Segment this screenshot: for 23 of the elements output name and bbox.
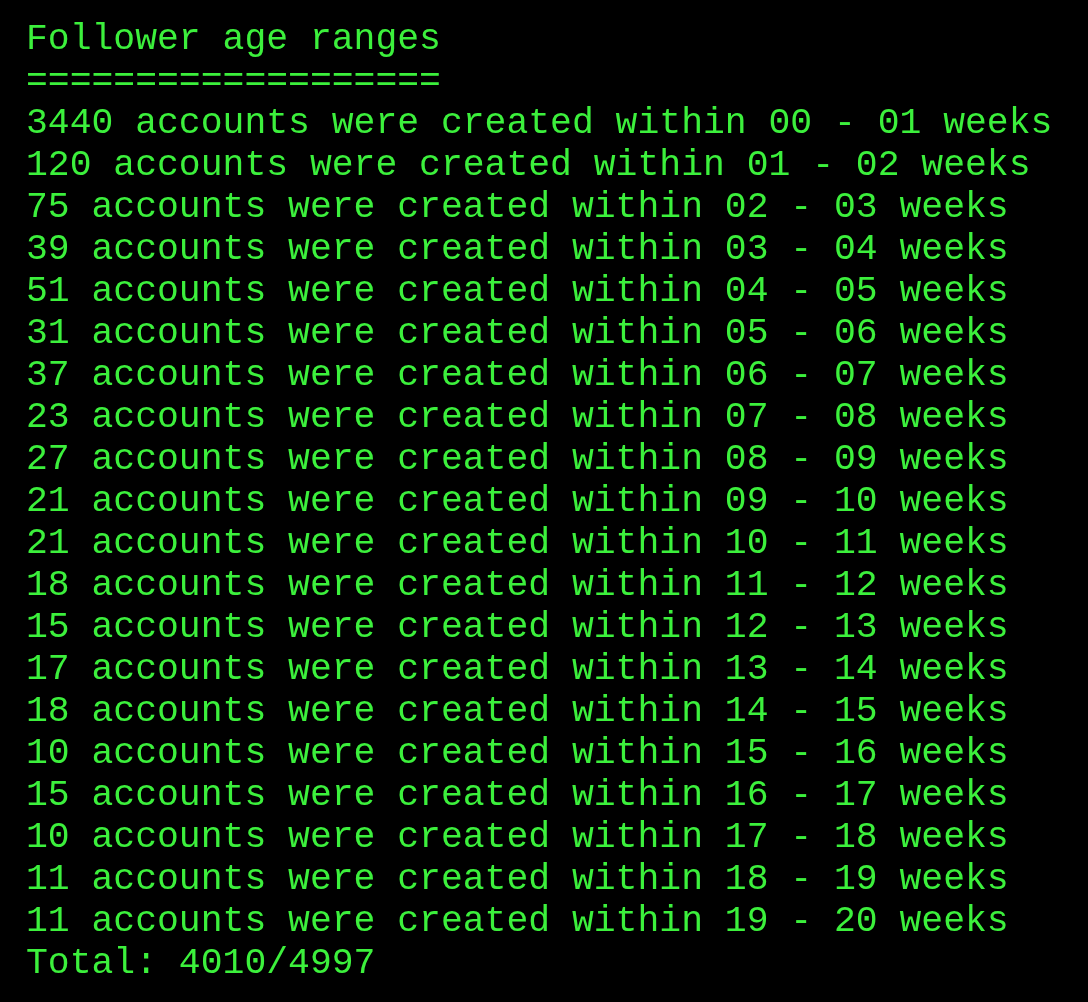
output-heading: Follower age ranges <box>26 19 441 61</box>
output-line: 21 accounts were created within 09 - 10 weeks <box>26 481 1009 523</box>
output-line: 11 accounts were created within 18 - 19 weeks <box>26 859 1009 901</box>
output-line: 10 accounts were created within 15 - 16 weeks <box>26 733 1009 775</box>
output-line: 15 accounts were created within 16 - 17 weeks <box>26 775 1009 817</box>
output-line: 37 accounts were created within 06 - 07 weeks <box>26 355 1009 397</box>
output-line: 17 accounts were created within 13 - 14 weeks <box>26 649 1009 691</box>
output-line: 11 accounts were created within 19 - 20 weeks <box>26 901 1009 943</box>
output-line: 18 accounts were created within 14 - 15 weeks <box>26 691 1009 733</box>
output-line: 31 accounts were created within 05 - 06 weeks <box>26 313 1009 355</box>
output-line: 27 accounts were created within 08 - 09 weeks <box>26 439 1009 481</box>
output-line: 21 accounts were created within 10 - 11 weeks <box>26 523 1009 565</box>
output-line: 120 accounts were created within 01 - 02 weeks <box>26 145 1031 187</box>
heading-underline: =================== <box>26 61 441 103</box>
output-line: 75 accounts were created within 02 - 03 weeks <box>26 187 1009 229</box>
output-line: 18 accounts were created within 11 - 12 weeks <box>26 565 1009 607</box>
output-line: 51 accounts were created within 04 - 05 weeks <box>26 271 1009 313</box>
total-line: Total: 4010/4997 <box>26 943 376 985</box>
output-line: 23 accounts were created within 07 - 08 weeks <box>26 397 1009 439</box>
output-line: 39 accounts were created within 03 - 04 weeks <box>26 229 1009 271</box>
output-line: 15 accounts were created within 12 - 13 weeks <box>26 607 1009 649</box>
output-line: 3440 accounts were created within 00 - 01 weeks <box>26 103 1053 145</box>
output-line: 10 accounts were created within 17 - 18 weeks <box>26 817 1009 859</box>
